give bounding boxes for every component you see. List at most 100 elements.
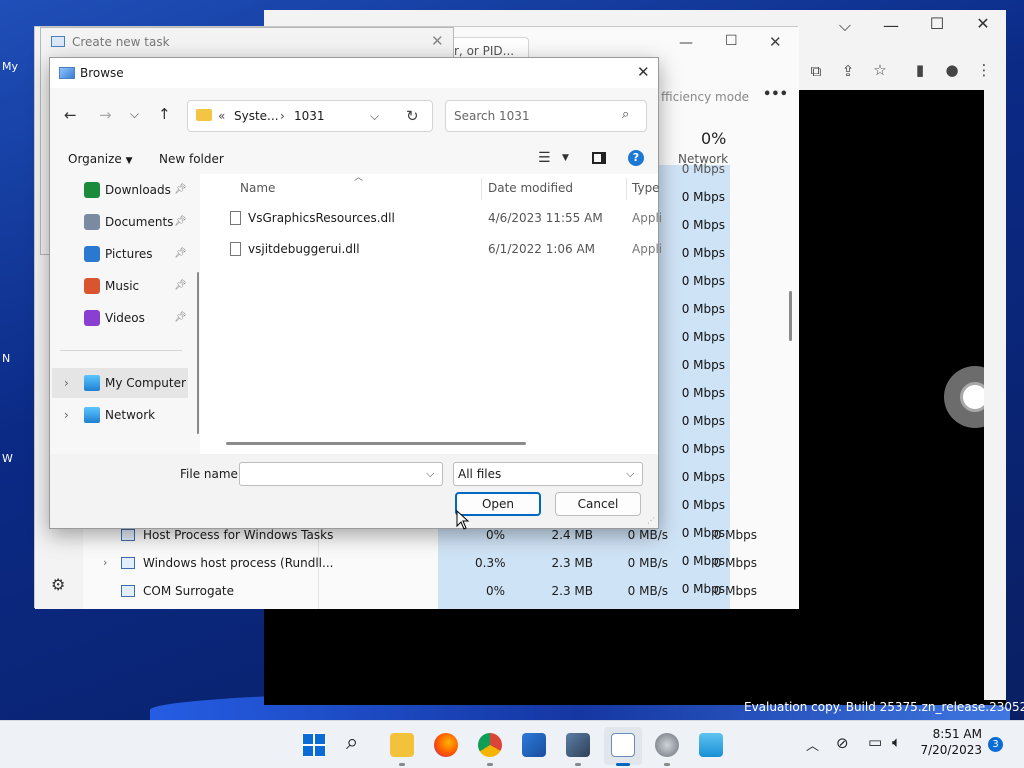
- browse-titlebar: Browse ✕: [50, 58, 658, 88]
- column-header-name[interactable]: Name: [240, 174, 275, 202]
- display-icon[interactable]: ▭: [868, 733, 882, 751]
- nav-item[interactable]: Videos 📌︎: [50, 303, 190, 333]
- process-icon: [121, 557, 135, 569]
- running-indicator: [399, 763, 405, 766]
- task-manager-icon[interactable]: [611, 733, 635, 757]
- back-arrow-icon[interactable]: ←: [64, 106, 77, 124]
- table-row[interactable]: COM Surrogate 0% 2.3 MB 0 MB/s 0 Mbps: [83, 577, 757, 605]
- dropdown-triangle-icon[interactable]: ▼: [562, 153, 569, 163]
- refresh-icon[interactable]: ↻: [406, 107, 419, 125]
- expand-chevron-icon[interactable]: ›: [64, 368, 69, 398]
- nav-scrollbar[interactable]: [197, 272, 199, 434]
- breadcrumb-current[interactable]: 1031: [294, 109, 325, 123]
- minimize-icon[interactable]: —: [679, 35, 693, 51]
- expand-chevron-icon[interactable]: ›: [103, 549, 107, 577]
- table-row[interactable]: › Windows host process (Rundll... 0.3% 2.3 …: [83, 549, 757, 577]
- open-external-icon[interactable]: ⧉: [806, 62, 826, 80]
- nav-item[interactable]: Music 📌︎: [50, 271, 190, 301]
- tree-item[interactable]: › Network: [50, 400, 190, 430]
- help-icon[interactable]: ?: [628, 150, 644, 166]
- pin-icon[interactable]: 📌︎: [174, 303, 187, 333]
- network-value: 0 Mbps: [681, 330, 725, 344]
- breadcrumb-overflow[interactable]: «: [218, 109, 225, 123]
- pin-icon[interactable]: 📌︎: [174, 175, 187, 205]
- file-list-area: ︿ Name Date modified Type VsGraphicsReso…: [206, 173, 662, 454]
- desktop-icon-fragment: My: [2, 60, 19, 73]
- folder-icon: [196, 109, 212, 121]
- maximize-icon[interactable]: ☐: [922, 14, 952, 33]
- pin-icon[interactable]: 📌︎: [174, 239, 187, 269]
- menu-icon[interactable]: ⋮: [974, 61, 994, 79]
- process-icon: [121, 529, 135, 541]
- close-icon[interactable]: ✕: [431, 32, 444, 50]
- start-button[interactable]: [302, 733, 326, 757]
- cpu-value: 0.3%: [475, 556, 506, 570]
- virtualbox-icon[interactable]: [699, 733, 723, 757]
- network-disconnected-icon[interactable]: ⊘: [836, 734, 849, 752]
- pin-icon[interactable]: 📌︎: [174, 271, 187, 301]
- pin-icon[interactable]: 📌︎: [174, 207, 187, 237]
- desktop-icon-fragment: N: [2, 352, 11, 365]
- tree-item[interactable]: › My Computer: [50, 368, 190, 398]
- view-options-icon[interactable]: ☰: [538, 150, 551, 166]
- app-icon[interactable]: [655, 733, 679, 757]
- desktop-icons-strip: My N W: [0, 40, 20, 480]
- organize-menu[interactable]: Organize ▼: [68, 152, 133, 166]
- cancel-button[interactable]: Cancel: [555, 492, 641, 516]
- search-box[interactable]: Search 1031 ⌕: [445, 100, 647, 132]
- horizontal-scrollbar[interactable]: [226, 442, 526, 445]
- settings-gear-icon[interactable]: ⚙: [51, 575, 65, 594]
- remote-desktop-icon[interactable]: [522, 733, 546, 757]
- clock[interactable]: 8:51 AM 7/20/2023: [920, 726, 982, 758]
- file-name: VsGraphicsResources.dll: [248, 211, 395, 225]
- more-options-button[interactable]: •••: [763, 87, 788, 102]
- breadcrumb-segment[interactable]: Syste...: [234, 109, 279, 123]
- nav-item[interactable]: Downloads 📌︎: [50, 175, 190, 205]
- firefox-icon[interactable]: [434, 733, 458, 757]
- mouse-cursor-icon: [456, 510, 470, 530]
- notification-badge[interactable]: 3: [988, 737, 1003, 752]
- profile-icon[interactable]: ●: [942, 61, 962, 79]
- expand-chevron-icon[interactable]: ›: [64, 400, 69, 430]
- documents-icon: [84, 214, 100, 230]
- preview-pane-icon[interactable]: [592, 152, 606, 164]
- column-separator[interactable]: [626, 178, 627, 200]
- close-icon[interactable]: ✕: [637, 63, 650, 81]
- network-tool-icon[interactable]: [566, 733, 590, 757]
- close-icon[interactable]: ✕: [769, 33, 782, 51]
- file-type-select[interactable]: All files ⌵: [453, 462, 643, 486]
- close-icon[interactable]: ✕: [968, 14, 998, 33]
- file-explorer-icon[interactable]: [390, 733, 414, 757]
- chevron-down-icon[interactable]: ⌵: [830, 16, 860, 36]
- address-dropdown-chevron-icon[interactable]: ⌵: [370, 109, 379, 124]
- file-row[interactable]: VsGraphicsResources.dll 4/6/2023 11:55 AM…: [226, 204, 666, 232]
- sidebar-icon[interactable]: ▮: [910, 61, 930, 79]
- nav-item[interactable]: Pictures 📌︎: [50, 239, 190, 269]
- file-name-input[interactable]: ⌵: [239, 462, 443, 486]
- share-icon[interactable]: ⇪: [838, 62, 858, 80]
- address-bar[interactable]: « Syste... › 1031 ⌵ ↻: [187, 100, 433, 132]
- star-icon[interactable]: ☆: [870, 61, 890, 79]
- recent-locations-chevron-icon[interactable]: ⌵: [130, 107, 139, 122]
- efficiency-mode-button[interactable]: fficiency mode: [661, 90, 749, 104]
- nav-item[interactable]: Documents 📌︎: [50, 207, 190, 237]
- new-folder-button[interactable]: New folder: [159, 152, 224, 166]
- chevron-down-icon[interactable]: ⌵: [426, 467, 434, 481]
- resize-grip-icon[interactable]: ⋰: [647, 516, 655, 525]
- search-icon[interactable]: ⌕: [346, 730, 358, 755]
- vertical-scrollbar[interactable]: [789, 291, 792, 341]
- breadcrumb-separator: ›: [280, 109, 285, 123]
- column-separator[interactable]: [481, 178, 482, 200]
- column-header-date[interactable]: Date modified: [488, 174, 573, 202]
- maximize-icon[interactable]: ☐: [725, 33, 738, 49]
- minimize-icon[interactable]: —: [876, 16, 906, 35]
- up-arrow-icon[interactable]: ↑: [158, 105, 171, 123]
- chevron-up-icon[interactable]: ︿: [806, 735, 819, 754]
- process-name: Windows host process (Rundll...: [143, 556, 334, 570]
- file-row[interactable]: vsjitdebuggerui.dll 6/1/2022 1:06 AM Appli: [226, 235, 666, 263]
- chrome-icon[interactable]: [478, 733, 502, 757]
- forward-arrow-icon[interactable]: →: [99, 106, 112, 124]
- column-header-type[interactable]: Type: [632, 174, 660, 202]
- volume-icon[interactable]: 🔈︎: [892, 733, 901, 751]
- network-usage-percent: 0%: [701, 129, 727, 148]
